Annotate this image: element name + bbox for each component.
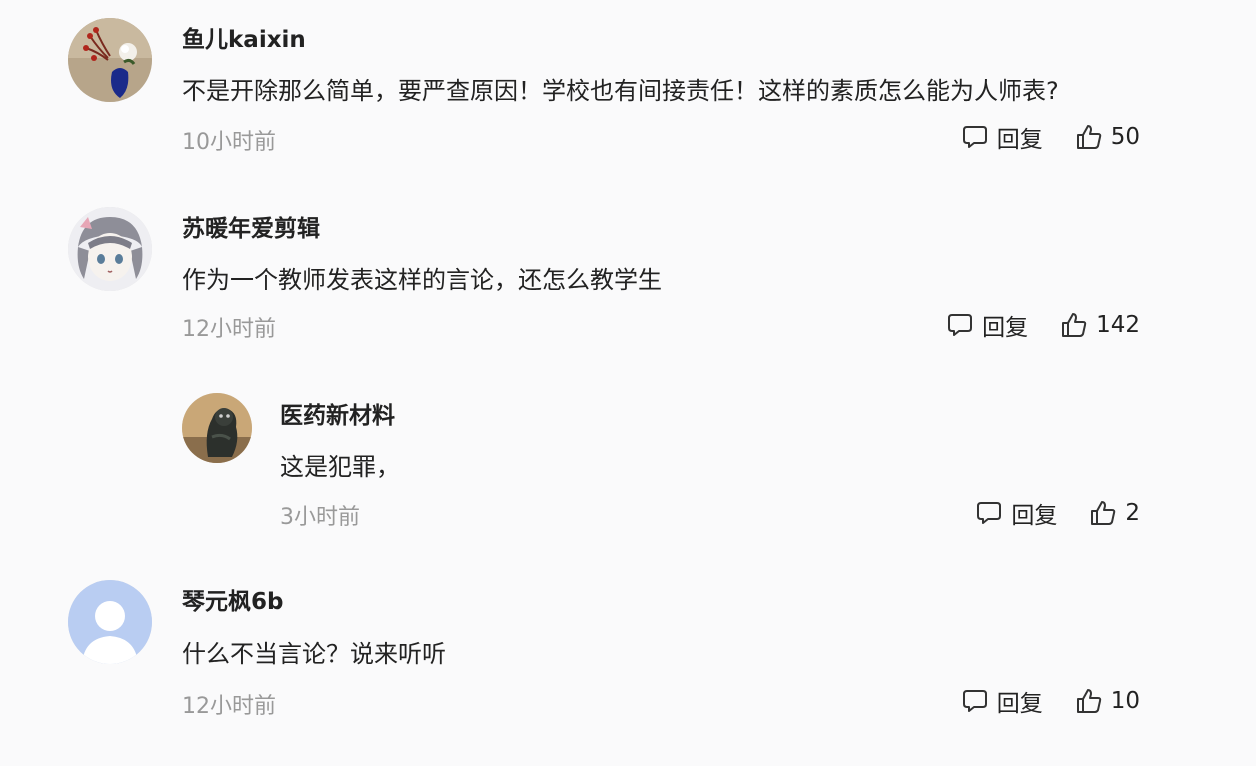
- comment-text: 什么不当言论？说来听听: [182, 640, 446, 668]
- like-count: 10: [1110, 688, 1140, 714]
- comment-bubble-icon: [977, 502, 1002, 524]
- reply-button[interactable]: 回复: [961, 120, 1043, 154]
- username[interactable]: 医药新材料: [280, 396, 395, 430]
- thumbs-up-icon: [1076, 689, 1101, 713]
- comment-bubble-icon: [962, 126, 987, 148]
- comment-actions: 回复 2: [975, 496, 1140, 530]
- timestamp: 12小时前: [182, 694, 276, 719]
- reply-label: 回复: [982, 315, 1029, 341]
- comment-item: 琴元枫6b 什么不当言论？说来听听 12小时前 回复 10: [0, 570, 1256, 760]
- like-count: 142: [1096, 312, 1140, 338]
- reply-label: 回复: [996, 127, 1043, 153]
- reply-button[interactable]: 回复: [975, 496, 1057, 530]
- comment-item: 苏暖年爱剪辑 作为一个教师发表这样的言论，还怎么教学生 12小时前 回复 142: [0, 190, 1256, 370]
- like-button[interactable]: 142: [1060, 311, 1140, 339]
- comment-actions: 回复 50: [961, 120, 1140, 154]
- avatar[interactable]: [182, 393, 252, 463]
- timestamp: 10小时前: [182, 130, 276, 155]
- reply-comment-item: 医药新材料 这是犯罪， 3小时前 回复 2: [0, 380, 1256, 560]
- avatar-flower-vase-image: [68, 18, 152, 102]
- comment-bubble-icon: [948, 314, 973, 336]
- username[interactable]: 苏暖年爱剪辑: [182, 209, 320, 243]
- avatar-anime-girl-image: [68, 207, 152, 291]
- comment-actions: 回复 10: [961, 684, 1140, 718]
- default-avatar-icon: [68, 580, 152, 664]
- avatar[interactable]: [68, 207, 152, 291]
- thumbs-up-icon: [1091, 501, 1116, 525]
- comment-actions: 回复 142: [946, 308, 1140, 342]
- reply-label: 回复: [1011, 503, 1058, 529]
- thumbs-up-icon: [1076, 125, 1101, 149]
- comment-text: 作为一个教师发表这样的言论，还怎么教学生: [182, 266, 662, 294]
- like-button[interactable]: 10: [1075, 687, 1140, 715]
- username[interactable]: 琴元枫6b: [182, 582, 283, 616]
- thumbs-up-icon: [1062, 313, 1087, 337]
- avatar-stone-lion-image: [182, 393, 252, 463]
- like-button[interactable]: 2: [1089, 499, 1140, 527]
- comment-text: 这是犯罪，: [280, 453, 400, 481]
- like-count: 2: [1125, 500, 1140, 526]
- comment-bubble-icon: [962, 690, 987, 712]
- like-button[interactable]: 50: [1075, 123, 1140, 151]
- timestamp: 3小时前: [280, 505, 360, 530]
- reply-button[interactable]: 回复: [961, 684, 1043, 718]
- like-count: 50: [1110, 124, 1140, 150]
- reply-button[interactable]: 回复: [946, 308, 1028, 342]
- reply-label: 回复: [996, 691, 1043, 717]
- comment-item: 鱼儿kaixin 不是开除那么简单，要严查原因！学校也有间接责任！这样的素质怎么…: [0, 0, 1256, 180]
- avatar[interactable]: [68, 580, 152, 664]
- avatar[interactable]: [68, 18, 152, 102]
- comment-text: 不是开除那么简单，要严查原因！学校也有间接责任！这样的素质怎么能为人师表?: [182, 77, 1059, 105]
- timestamp: 12小时前: [182, 317, 276, 342]
- username[interactable]: 鱼儿kaixin: [182, 20, 306, 54]
